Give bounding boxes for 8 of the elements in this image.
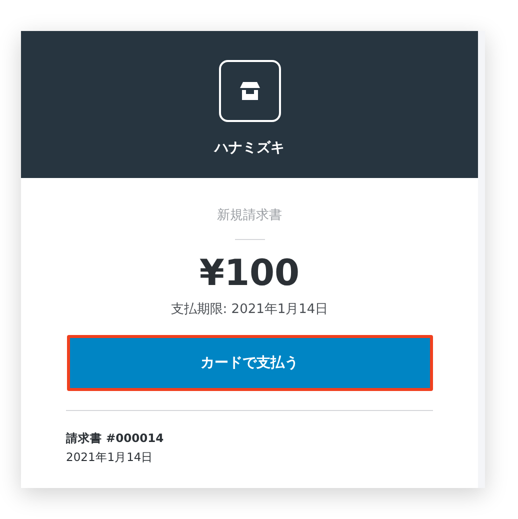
- due-date: 支払期限: 2021年1月14日: [170, 300, 328, 318]
- amount: ¥100: [199, 254, 300, 294]
- shop-name: ハナミズキ: [214, 139, 284, 157]
- invoice-title: 新規請求書: [217, 207, 282, 224]
- shop-icon: [240, 82, 260, 100]
- pay-button[interactable]: カードで支払う: [66, 334, 432, 391]
- invoice-date: 2021年1月14日: [66, 450, 154, 465]
- invoice-number: 請求書 #000014: [66, 430, 165, 446]
